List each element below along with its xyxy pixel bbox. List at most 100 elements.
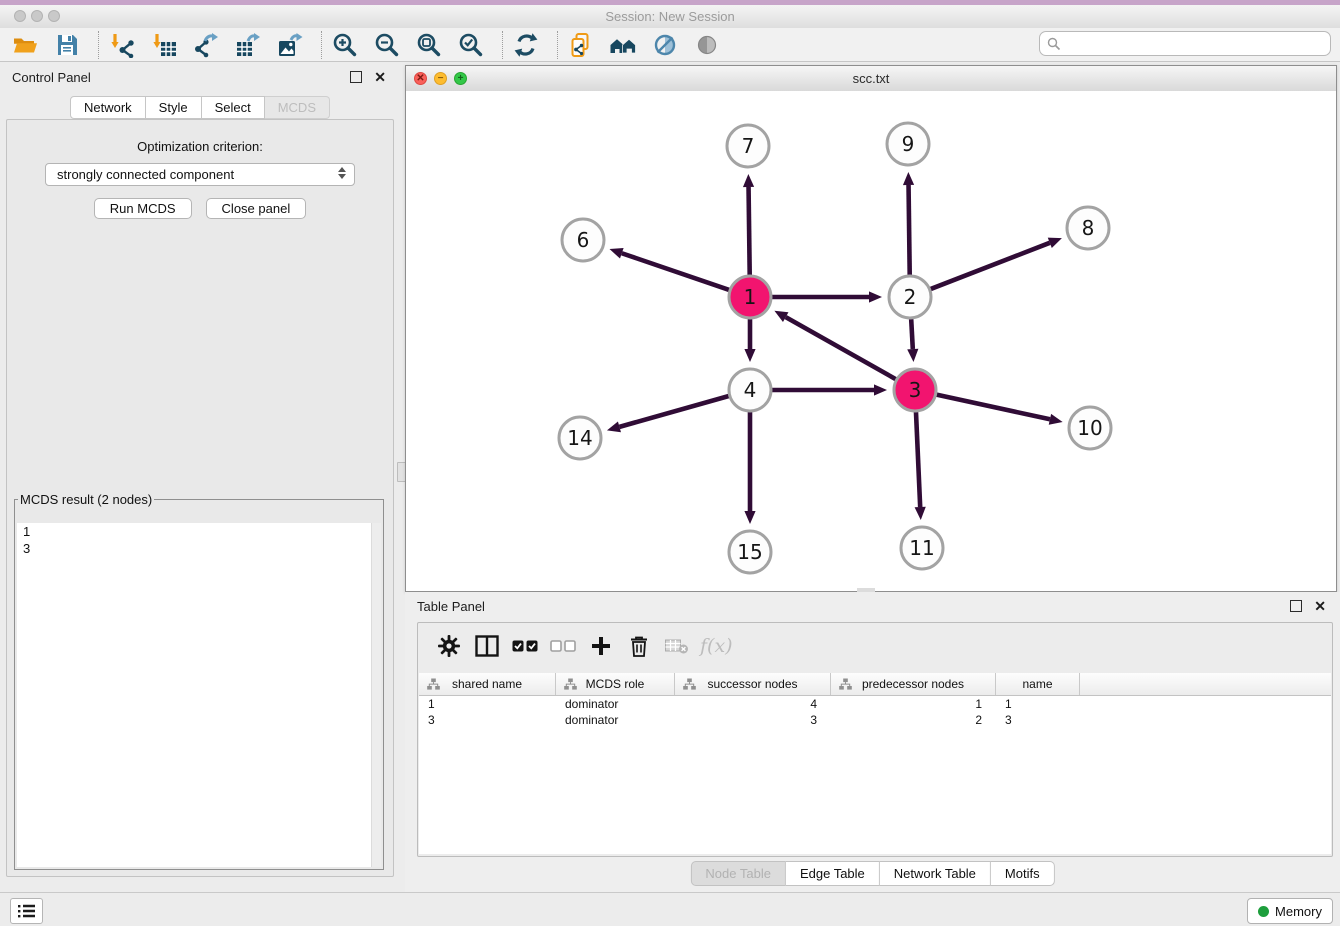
tab-select[interactable]: Select — [202, 96, 265, 119]
panels-menu-button[interactable] — [10, 898, 43, 924]
float-panel-icon[interactable] — [350, 71, 362, 83]
graph-node-3[interactable]: 3 — [894, 369, 936, 411]
column-header-mcds-role[interactable]: MCDS role — [556, 673, 675, 695]
close-panel-button[interactable]: Close panel — [206, 198, 307, 219]
network-minimize-icon[interactable]: − — [434, 72, 447, 85]
close-panel-icon[interactable]: ✕ — [374, 72, 386, 82]
save-floppy-icon[interactable] — [54, 32, 80, 58]
graph-edge-3-1[interactable] — [774, 311, 895, 379]
graph-edge-4-3[interactable] — [772, 384, 887, 395]
result-scrollbar[interactable] — [371, 523, 381, 867]
zoom-out-icon[interactable] — [374, 32, 400, 58]
graph-node-8[interactable]: 8 — [1067, 207, 1109, 249]
unchecked-boxes-icon[interactable] — [548, 631, 578, 661]
image-export-icon[interactable] — [277, 32, 303, 58]
shaded-circle-icon[interactable] — [694, 32, 720, 58]
fx-label: f(x) — [700, 635, 733, 657]
run-mcds-button[interactable]: Run MCDS — [94, 198, 192, 219]
cell-predecessor-nodes[interactable]: 2 — [831, 712, 996, 728]
float-table-panel-icon[interactable] — [1290, 600, 1302, 612]
memory-button[interactable]: Memory — [1247, 898, 1333, 924]
graph-edge-2-8[interactable] — [931, 238, 1062, 289]
shared-column-icon — [839, 678, 852, 693]
graph-node-1[interactable]: 1 — [729, 276, 771, 318]
graph-node-6[interactable]: 6 — [562, 219, 604, 261]
cell-successor-nodes[interactable]: 3 — [675, 712, 831, 728]
column-header-successor-nodes[interactable]: successor nodes — [675, 673, 831, 695]
network-canvas[interactable]: 7 9 6 8 1 2 4 3 14 10 15 11 — [406, 91, 1336, 591]
split-columns-icon[interactable] — [472, 631, 502, 661]
table-browser: f(x) shared nameMCDS rolesuccessor nodes… — [417, 622, 1333, 857]
table-row[interactable]: 1dominator411 — [419, 696, 1331, 712]
graph-edge-4-15[interactable] — [744, 412, 755, 524]
mcds-result-list[interactable]: 13 — [17, 523, 381, 867]
graph-svg[interactable]: 7 9 6 8 1 2 4 3 14 10 15 11 — [406, 91, 1336, 591]
slashed-circle-icon[interactable] — [652, 32, 678, 58]
network-import-icon[interactable] — [109, 32, 135, 58]
network-maximize-icon[interactable]: + — [454, 72, 467, 85]
gear-icon[interactable] — [434, 631, 464, 661]
graph-node-14[interactable]: 14 — [559, 417, 601, 459]
graph-node-10[interactable]: 10 — [1069, 407, 1111, 449]
graph-edge-1-7[interactable] — [743, 174, 754, 275]
tab-network[interactable]: Network — [70, 96, 146, 119]
tab-motifs[interactable]: Motifs — [991, 861, 1055, 886]
svg-text:2: 2 — [904, 285, 917, 309]
graph-edge-4-14[interactable] — [607, 396, 729, 432]
graph-node-9[interactable]: 9 — [887, 123, 929, 165]
function-fx-icon[interactable]: f(x) — [700, 631, 733, 661]
cell-name[interactable]: 3 — [996, 712, 1080, 728]
graph-edge-3-10[interactable] — [936, 395, 1062, 425]
tab-edge-table[interactable]: Edge Table — [786, 861, 880, 886]
toolbar-separator — [502, 31, 503, 59]
column-header-predecessor-nodes[interactable]: predecessor nodes — [831, 673, 996, 695]
column-label: predecessor nodes — [862, 677, 964, 691]
zoom-fit-icon[interactable] — [416, 32, 442, 58]
cell-shared-name[interactable]: 3 — [419, 712, 556, 728]
graph-node-4[interactable]: 4 — [729, 369, 771, 411]
cell-predecessor-nodes[interactable]: 1 — [831, 696, 996, 712]
graph-edge-1-4[interactable] — [744, 319, 755, 362]
graph-node-2[interactable]: 2 — [889, 276, 931, 318]
checked-boxes-icon[interactable] — [510, 631, 540, 661]
table-delete-icon[interactable] — [662, 631, 692, 661]
table-row[interactable]: 3dominator323 — [419, 712, 1331, 728]
network-close-icon[interactable]: ✕ — [414, 72, 427, 85]
circular-arrows-icon[interactable] — [513, 32, 539, 58]
search-input[interactable] — [1066, 35, 1330, 52]
svg-text:7: 7 — [742, 134, 755, 158]
zoom-in-icon[interactable] — [332, 32, 358, 58]
network-export-icon[interactable] — [193, 32, 219, 58]
optimization-criterion-select[interactable]: strongly connected component — [45, 163, 355, 186]
cell-mcds-role[interactable]: dominator — [556, 712, 675, 728]
network-window-titlebar[interactable]: scc.txt ✕ − + — [406, 66, 1336, 92]
close-table-panel-icon[interactable]: ✕ — [1314, 601, 1326, 611]
graph-edge-1-6[interactable] — [609, 248, 729, 290]
documents-share-icon[interactable] — [568, 32, 594, 58]
folder-open-icon[interactable] — [12, 32, 38, 58]
column-header-shared-name[interactable]: shared name — [419, 673, 556, 695]
tab-style[interactable]: Style — [146, 96, 202, 119]
double-house-icon[interactable] — [610, 32, 636, 58]
graph-edge-2-9[interactable] — [903, 172, 914, 275]
graph-node-7[interactable]: 7 — [727, 125, 769, 167]
table-export-icon[interactable] — [235, 32, 261, 58]
graph-edge-2-3[interactable] — [907, 319, 918, 362]
cell-name[interactable]: 1 — [996, 696, 1080, 712]
graph-node-15[interactable]: 15 — [729, 531, 771, 573]
tab-network-table[interactable]: Network Table — [880, 861, 991, 886]
zoom-selected-icon[interactable] — [458, 32, 484, 58]
trash-icon[interactable] — [624, 631, 654, 661]
plus-icon[interactable] — [586, 631, 616, 661]
cell-mcds-role[interactable]: dominator — [556, 696, 675, 712]
table-import-icon[interactable] — [151, 32, 177, 58]
column-header-name[interactable]: name — [996, 673, 1080, 695]
tab-mcds[interactable]: MCDS — [265, 96, 330, 119]
tab-node-table[interactable]: Node Table — [690, 861, 786, 886]
graph-edge-3-11[interactable] — [915, 412, 926, 520]
cell-successor-nodes[interactable]: 4 — [675, 696, 831, 712]
cell-shared-name[interactable]: 1 — [419, 696, 556, 712]
graph-edge-1-2[interactable] — [772, 291, 882, 302]
column-label: name — [1022, 677, 1052, 691]
graph-node-11[interactable]: 11 — [901, 527, 943, 569]
